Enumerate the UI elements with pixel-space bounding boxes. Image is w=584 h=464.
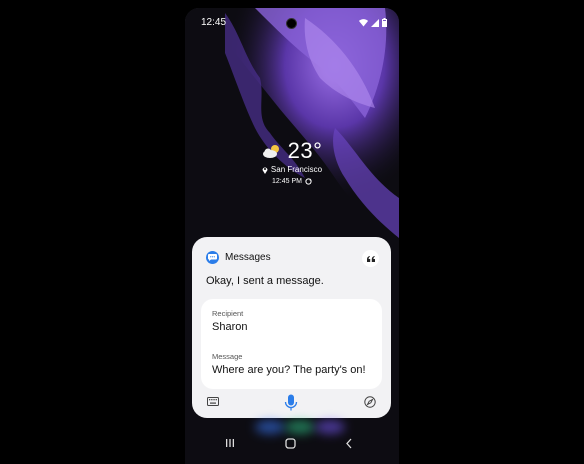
keyboard-icon[interactable] [207,397,219,406]
sync-icon[interactable] [305,178,312,185]
recipient-value: Sharon [212,321,248,333]
phone-screen: 12:45 23° San Francisco 12:45 PM Message… [185,8,399,464]
messages-app-icon [206,251,219,264]
temperature: 23° [287,138,323,163]
bixby-response: Okay, I sent a message. [206,275,324,287]
card-header: Messages [206,251,271,264]
recents-icon[interactable] [225,438,235,448]
battery-icon [382,18,387,27]
microphone-icon[interactable] [284,394,298,412]
back-icon[interactable] [345,438,353,449]
navigation-bar [185,432,399,456]
app-name: Messages [225,252,271,263]
message-label: Message [212,352,243,361]
bixby-response-card: Messages Okay, I sent a message. Recipie… [192,237,391,418]
status-time: 12:45 [201,17,227,28]
wifi-icon [359,18,368,26]
quote-button[interactable] [362,250,379,267]
weather-updated-time: 12:45 PM [272,178,302,185]
message-details[interactable]: Recipient Sharon Message Where are you? … [201,299,382,389]
recipient-label: Recipient [212,309,244,318]
front-camera [287,19,296,28]
status-bar: 12:45 [185,17,399,31]
weather-widget[interactable]: 23° San Francisco 12:45 PM [185,138,399,185]
weather-partly-cloudy-icon [262,145,279,158]
compass-icon[interactable] [364,396,376,408]
location-pin-icon [262,167,268,174]
quote-icon [366,255,375,262]
bixby-input-bar [192,393,391,418]
home-icon[interactable] [285,438,296,449]
location-text: San Francisco [270,165,323,174]
status-icons [359,18,387,27]
message-value: Where are you? The party's on! [212,364,366,376]
signal-icon [371,18,379,27]
